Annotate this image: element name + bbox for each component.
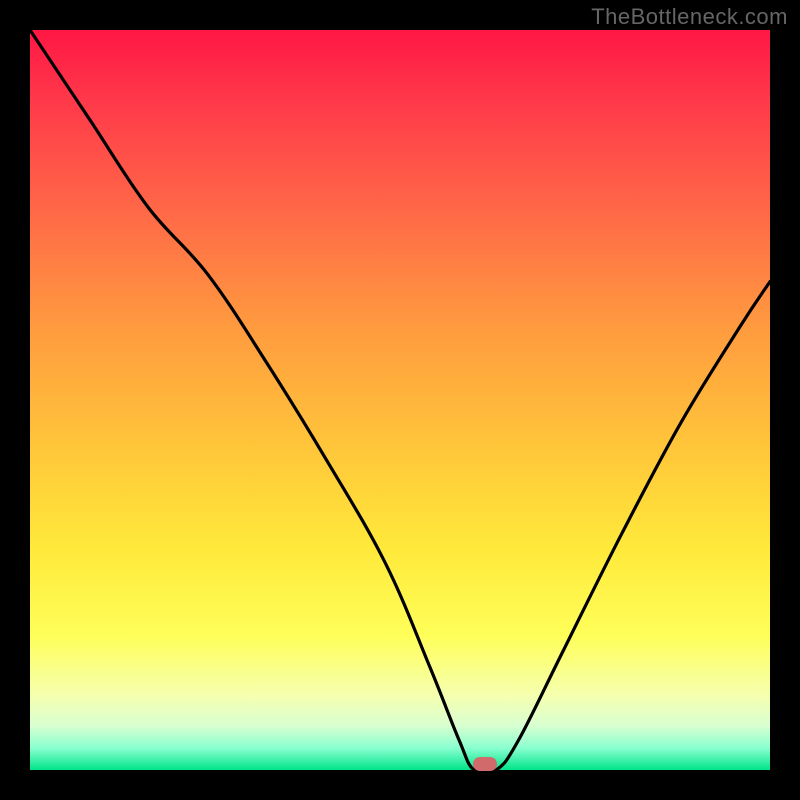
chart-frame bbox=[30, 30, 770, 770]
optimal-marker bbox=[473, 757, 497, 771]
watermark-text: TheBottleneck.com bbox=[591, 4, 788, 30]
background-gradient bbox=[30, 30, 770, 770]
